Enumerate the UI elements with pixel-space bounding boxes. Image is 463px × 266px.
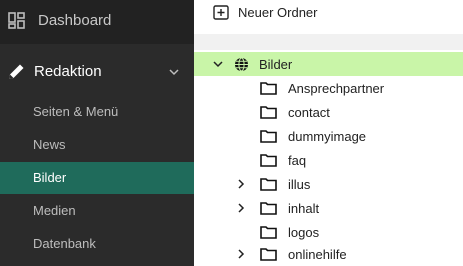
- sidebar-item-seiten-menu[interactable]: Seiten & Menü: [0, 96, 194, 128]
- folder-icon: [260, 226, 277, 239]
- chevron-right-icon[interactable]: [236, 249, 246, 259]
- sidebar-item-label: News: [33, 137, 66, 152]
- tree-item-onlinehilfe[interactable]: onlinehilfe: [194, 242, 463, 266]
- tree-item-faq[interactable]: faq: [194, 148, 463, 172]
- folder-icon: [260, 248, 277, 261]
- sidebar-item-medien[interactable]: Medien: [0, 195, 194, 227]
- pencil-icon: [9, 64, 24, 79]
- tree-item-inhalt[interactable]: inhalt: [194, 196, 463, 220]
- chevron-right-icon[interactable]: [236, 203, 246, 213]
- chevron-down-icon[interactable]: [168, 68, 180, 76]
- tree-item-label: inhalt: [288, 201, 320, 216]
- globe-icon: [235, 57, 248, 72]
- new-folder-label: Neuer Ordner: [238, 5, 318, 20]
- tree-item-label: Ansprechpartner: [288, 81, 385, 96]
- toolbar-divider: [194, 34, 463, 50]
- tree-item-label: faq: [288, 153, 307, 168]
- dashboard-grid-icon: [8, 12, 25, 29]
- sidebar-item-label: Medien: [33, 203, 76, 218]
- sidebar-item-label: Datenbank: [33, 236, 96, 251]
- tree-item-label: onlinehilfe: [288, 247, 347, 262]
- sidebar-item-news[interactable]: News: [0, 129, 194, 161]
- tree-item-illus[interactable]: illus: [194, 172, 463, 196]
- tree-item-label: contact: [288, 105, 330, 120]
- sidebar-item-dashboard[interactable]: Dashboard: [0, 0, 194, 44]
- toolbar: Neuer Ordner: [194, 0, 463, 34]
- sidebar-item-datenbank[interactable]: Datenbank: [0, 228, 194, 260]
- plus-square-icon: [213, 5, 229, 20]
- sidebar: Dashboard Redaktion Seiten & Menü News B…: [0, 0, 194, 266]
- folder-icon: [260, 106, 277, 119]
- tree-item-ansprechpartner[interactable]: Ansprechpartner: [194, 76, 463, 100]
- sidebar-item-bilder[interactable]: Bilder: [0, 162, 194, 194]
- tree-item-label: dummyimage: [288, 129, 367, 144]
- sidebar-item-label: Dashboard: [38, 12, 112, 29]
- sidebar-item-label: Seiten & Menü: [33, 104, 119, 119]
- new-folder-button[interactable]: Neuer Ordner: [194, 0, 344, 30]
- tree-item-contact[interactable]: contact: [194, 100, 463, 124]
- folder-icon: [260, 154, 277, 167]
- folder-icon: [260, 82, 277, 95]
- main-panel: Neuer Ordner Bilder Ansprechpartner cont…: [194, 0, 463, 266]
- sidebar-item-label: Redaktion: [34, 63, 102, 80]
- tree-root-bilder[interactable]: Bilder: [194, 52, 463, 76]
- folder-icon: [260, 202, 277, 215]
- sidebar-item-redaktion[interactable]: Redaktion: [0, 50, 194, 94]
- tree-item-logos[interactable]: logos: [194, 220, 463, 244]
- folder-icon: [260, 178, 277, 191]
- tree-item-label: illus: [288, 177, 311, 192]
- folder-icon: [260, 130, 277, 143]
- sidebar-item-label: Bilder: [33, 170, 67, 185]
- tree-root-label: Bilder: [259, 57, 293, 72]
- chevron-down-icon[interactable]: [213, 59, 223, 69]
- tree-item-dummyimage[interactable]: dummyimage: [194, 124, 463, 148]
- chevron-right-icon[interactable]: [236, 179, 246, 189]
- tree-item-label: logos: [288, 225, 320, 240]
